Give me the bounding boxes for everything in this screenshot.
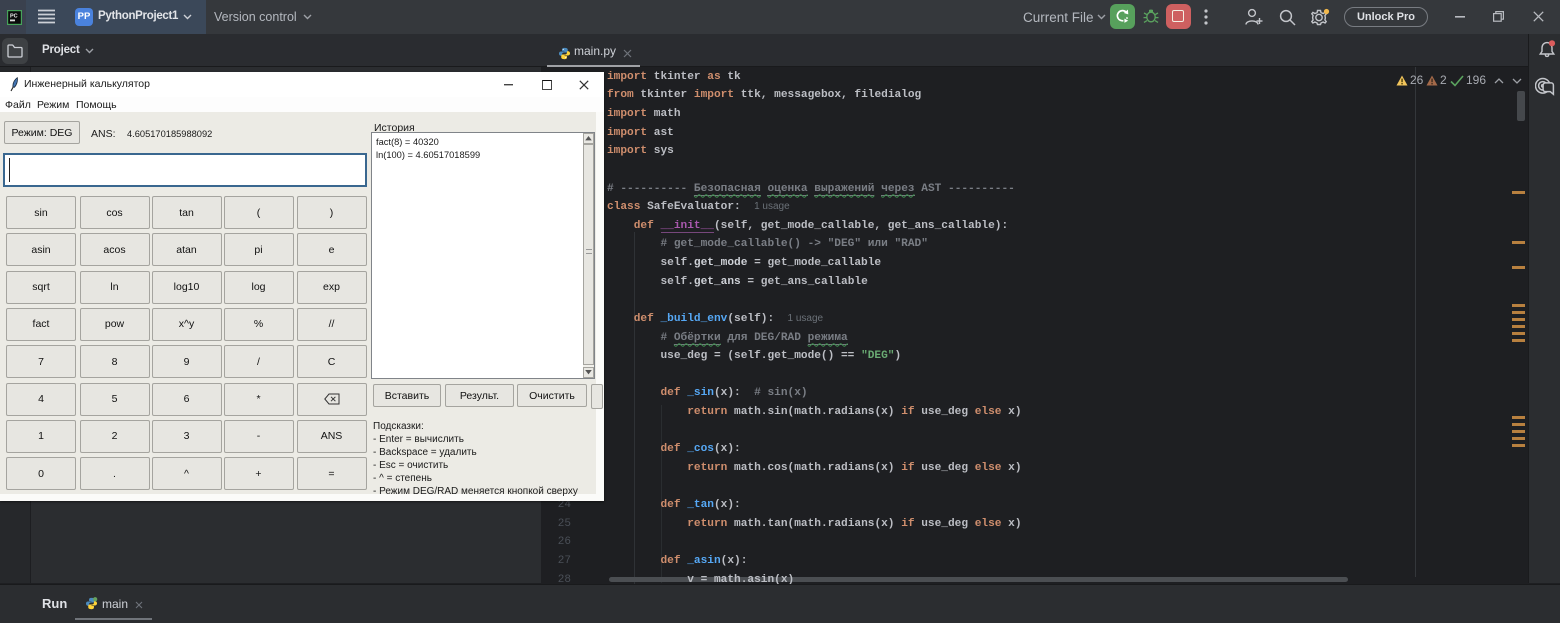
svg-text:PC: PC [10, 14, 18, 20]
